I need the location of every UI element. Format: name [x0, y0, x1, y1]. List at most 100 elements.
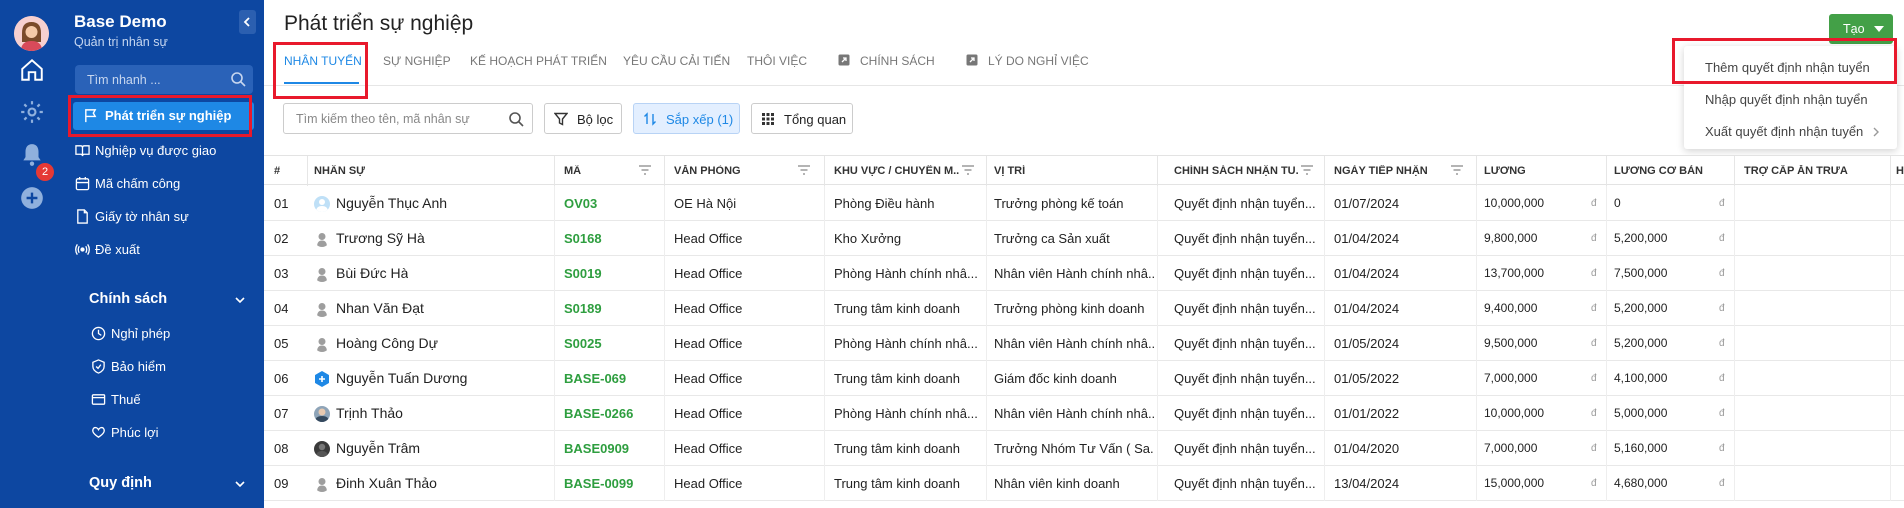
cell-employee-name[interactable]: Nguyễn Thục Anh	[336, 195, 447, 211]
column-divider	[1734, 361, 1735, 396]
cell-employee-name[interactable]: Đinh Xuân Thảo	[336, 475, 437, 491]
sidebar-item-welfare[interactable]: Phúc lợi	[89, 421, 270, 445]
sort-button-label: Sắp xếp (1)	[666, 112, 734, 127]
column-filter-icon[interactable]	[1300, 164, 1314, 176]
cell-employee-name[interactable]: Nguyễn Trâm	[336, 440, 420, 456]
column-divider	[986, 431, 987, 466]
column-header-position[interactable]: VỊ TRÍ	[994, 165, 1025, 177]
home-icon[interactable]	[19, 57, 45, 83]
table-row[interactable]: 03 Bùi Đức Hà S0019 Head Office Phòng Hành c…	[264, 256, 1904, 291]
table-row[interactable]: 08 Nguyễn Trâm BASE0909 Head Office Trung tâ…	[264, 431, 1904, 466]
sidebar-item-tax[interactable]: Thuế	[89, 388, 270, 412]
currency-symbol: đ	[1719, 373, 1725, 384]
sidebar-item-timekeeping-code[interactable]: Mã chấm công	[73, 172, 254, 196]
sidebar-search-input[interactable]	[75, 65, 225, 94]
column-divider	[554, 431, 555, 466]
column-filter-icon[interactable]	[961, 164, 975, 176]
table-row[interactable]: 05 Hoàng Công Dự S0025 Head Office Phòng Hàn…	[264, 326, 1904, 361]
cell-index: 07	[274, 406, 289, 421]
cell-base-salary: 5,200,000	[1614, 336, 1668, 350]
column-header-area[interactable]: KHU VỰC / CHUYÊN M...	[834, 165, 959, 177]
create-button[interactable]: Tạo	[1829, 14, 1893, 44]
tab-resignation[interactable]: THÔI VIỆC	[747, 54, 807, 68]
tab-label: CHÍNH SÁCH	[860, 54, 935, 68]
collapse-sidebar-button[interactable]	[239, 10, 256, 34]
filter-button[interactable]: Bộ lọc	[544, 103, 622, 134]
cell-area: Phòng Hành chính nhâ...	[834, 336, 978, 351]
sort-button[interactable]: Sắp xếp (1)	[633, 103, 740, 134]
column-header-code[interactable]: MÃ	[564, 165, 581, 177]
cell-received-date: 01/04/2024	[1334, 301, 1400, 316]
cell-employee-name[interactable]: Trương Sỹ Hà	[336, 230, 425, 246]
sidebar-item-label: Thuế	[111, 392, 141, 407]
overview-button[interactable]: Tổng quan	[751, 103, 853, 134]
table-row[interactable]: 04 Nhan Văn Đạt S0189 Head Office Trung tâm …	[264, 291, 1904, 326]
cell-employee-name[interactable]: Trịnh Thảo	[336, 405, 403, 421]
cell-position: Nhân viên kinh doanh	[994, 476, 1120, 491]
tab-policy[interactable]: CHÍNH SÁCH	[838, 54, 935, 68]
cell-employee-name[interactable]: Nhan Văn Đạt	[336, 300, 424, 316]
cell-position: Trưởng phòng kinh doanh	[994, 301, 1145, 316]
column-header-salary[interactable]: LƯƠNG	[1484, 165, 1526, 177]
sidebar-item-leave[interactable]: Nghỉ phép	[89, 322, 270, 346]
column-header-more[interactable]: H	[1896, 165, 1904, 177]
column-divider	[1606, 326, 1607, 361]
tab-recruitment[interactable]: NHÂN TUYỂN	[284, 54, 362, 68]
table-row[interactable]: 09 Đinh Xuân Thảo BASE-0099 Head Office Trun…	[264, 466, 1904, 501]
cell-office: Head Office	[674, 336, 743, 351]
tab-resignation-reason[interactable]: LÝ DO NGHỈ VIỆC	[966, 54, 1089, 68]
table-row[interactable]: 07 Trịnh Thảo BASE-0266 Head Office Phòng Hà…	[264, 396, 1904, 431]
section-policy[interactable]: Chính sách	[89, 291, 167, 307]
cell-employee-name[interactable]: Hoàng Công Dự	[336, 335, 438, 351]
column-divider	[1890, 431, 1891, 466]
column-filter-icon[interactable]	[1450, 164, 1464, 176]
cell-area: Trung tâm kinh doanh	[834, 371, 960, 386]
table-row[interactable]: 02 Trương Sỹ Hà S0168 Head Office Kho Xưởng T…	[264, 221, 1904, 256]
column-header-received-date[interactable]: NGÀY TIẾP NHẬN	[1334, 165, 1428, 177]
search-icon[interactable]	[508, 111, 524, 127]
sidebar-item-proposals[interactable]: Đề xuất	[73, 238, 254, 262]
chevron-down-icon[interactable]	[234, 294, 246, 306]
cell-received-date: 01/05/2022	[1334, 371, 1400, 386]
employee-search-input[interactable]	[284, 104, 504, 133]
sidebar-item-insurance[interactable]: Bảo hiểm	[89, 355, 270, 379]
column-filter-icon[interactable]	[638, 164, 652, 176]
column-divider	[1476, 431, 1477, 466]
table-row[interactable]: 01 Nguyễn Thục Anh OV03 OE Hà Nội Phòng Điều…	[264, 186, 1904, 221]
tab-career[interactable]: SỰ NGHIỆP	[383, 54, 451, 68]
section-rules[interactable]: Quy định	[89, 475, 152, 491]
gear-icon[interactable]	[19, 99, 45, 125]
column-header-office[interactable]: VĂN PHÒNG	[674, 165, 741, 177]
menu-item-export-decision[interactable]: Xuất quyết định nhận tuyển	[1705, 124, 1863, 139]
tab-improvement-request[interactable]: YÊU CẦU CẢI TIẾN	[623, 54, 730, 68]
column-divider	[1606, 361, 1607, 396]
table-row[interactable]: 06 Nguyễn Tuấn Dương BASE-069 Head Office Tr…	[264, 361, 1904, 396]
cell-employee-name[interactable]: Bùi Đức Hà	[336, 265, 408, 281]
sidebar-item-assigned-tasks[interactable]: Nghiệp vụ được giao	[73, 139, 254, 163]
search-icon[interactable]	[230, 71, 246, 87]
column-header-base-salary[interactable]: LƯƠNG CƠ BẢN	[1614, 165, 1703, 177]
overview-button-label: Tổng quan	[784, 112, 847, 127]
column-filter-icon[interactable]	[797, 164, 811, 176]
sidebar-item-career-development[interactable]: Phát triển sự nghiệp	[73, 102, 254, 130]
cell-policy: Quyết định nhận tuyển...	[1174, 301, 1316, 316]
cell-employee-name[interactable]: Nguyễn Tuấn Dương	[336, 370, 467, 386]
sidebar-item-documents[interactable]: Giấy tờ nhân sự	[73, 205, 254, 229]
menu-item-import-decision[interactable]: Nhập quyết định nhận tuyển	[1705, 92, 1868, 107]
column-divider	[554, 256, 555, 291]
currency-symbol: đ	[1591, 443, 1597, 454]
column-header-lunch-allowance[interactable]: TRỢ CẤP ĂN TRƯA	[1744, 165, 1848, 177]
column-header-policy[interactable]: CHÍNH SÁCH NHẬN TU...	[1174, 165, 1299, 177]
cell-salary: 13,700,000	[1484, 266, 1545, 280]
column-divider	[1157, 326, 1158, 361]
tab-development-plan[interactable]: KẾ HOẠCH PHÁT TRIỂN	[470, 54, 607, 68]
user-avatar[interactable]	[14, 16, 49, 51]
chevron-down-icon[interactable]	[234, 478, 246, 490]
column-divider	[824, 221, 825, 256]
add-circle-icon[interactable]	[19, 185, 45, 211]
column-divider	[1734, 221, 1735, 256]
menu-item-add-decision[interactable]: Thêm quyết định nhận tuyển	[1705, 60, 1870, 75]
cell-code: OV03	[564, 196, 598, 211]
column-header-employee[interactable]: NHÂN SỰ	[314, 165, 365, 177]
grid-icon	[762, 113, 774, 125]
